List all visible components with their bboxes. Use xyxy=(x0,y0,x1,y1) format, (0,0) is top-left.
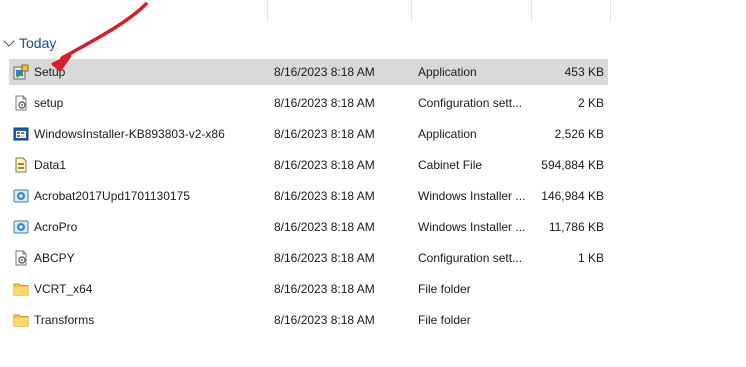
file-size: 594,884 KB xyxy=(541,158,604,172)
file-row[interactable]: Transforms 8/16/2023 8:18 AM File folder xyxy=(9,307,608,333)
file-row[interactable]: Acrobat2017Upd1701130175 8/16/2023 8:18 A… xyxy=(9,183,608,209)
chevron-down-icon[interactable] xyxy=(3,35,15,47)
config-file-icon xyxy=(13,95,29,111)
group-header-today[interactable]: Today xyxy=(2,34,56,52)
file-size: 453 KB xyxy=(564,65,604,79)
file-row[interactable]: Setup 8/16/2023 8:18 AM Application 453 KB xyxy=(9,59,608,85)
file-name: WindowsInstaller-KB893803-v2-x86 xyxy=(34,127,225,141)
file-date-modified: 8/16/2023 8:18 AM xyxy=(274,313,375,327)
file-type: Configuration sett... xyxy=(418,96,523,110)
file-type: Application xyxy=(418,65,477,79)
file-row[interactable]: ABCPY 8/16/2023 8:18 AM Configuration sett… xyxy=(9,245,608,271)
file-size: 2 KB xyxy=(577,96,604,110)
column-separator[interactable] xyxy=(411,0,412,22)
installer-app-icon xyxy=(13,64,29,80)
file-type: Cabinet File xyxy=(418,158,483,172)
file-type: File folder xyxy=(418,313,471,327)
file-date-modified: 8/16/2023 8:18 AM xyxy=(274,96,375,110)
file-name: Data1 xyxy=(34,158,67,172)
file-name: Setup xyxy=(34,65,66,79)
file-date-modified: 8/16/2023 8:18 AM xyxy=(274,220,375,234)
file-date-modified: 8/16/2023 8:18 AM xyxy=(274,127,375,141)
file-type: Windows Installer ... xyxy=(418,189,526,203)
file-name: Acrobat2017Upd1701130175 xyxy=(34,189,190,203)
msi-package-icon xyxy=(13,219,29,235)
file-type: File folder xyxy=(418,282,471,296)
file-row[interactable]: Data1 8/16/2023 8:18 AM Cabinet File 594,88… xyxy=(9,152,608,178)
file-name: ABCPY xyxy=(34,251,75,265)
file-size: 2,526 KB xyxy=(554,127,604,141)
column-separator[interactable] xyxy=(610,0,611,22)
file-row[interactable]: setup 8/16/2023 8:18 AM Configuration sett… xyxy=(9,90,608,116)
file-row[interactable]: VCRT_x64 8/16/2023 8:18 AM File folder xyxy=(9,276,608,302)
column-separator[interactable] xyxy=(531,0,532,22)
file-type: Configuration sett... xyxy=(418,251,523,265)
msi-package-icon xyxy=(13,188,29,204)
cabinet-file-icon xyxy=(13,157,29,173)
file-date-modified: 8/16/2023 8:18 AM xyxy=(274,189,375,203)
file-row[interactable]: WindowsInstaller-KB893803-v2-x86 8/16/202… xyxy=(9,121,608,147)
windows-app-icon xyxy=(13,126,29,142)
file-size: 146,984 KB xyxy=(541,189,604,203)
folder-icon xyxy=(13,281,29,297)
file-explorer-list-view: Today Setup 8/16/2023 8:18 AM Application 4… xyxy=(0,0,746,367)
folder-icon xyxy=(13,312,29,328)
file-date-modified: 8/16/2023 8:18 AM xyxy=(274,65,375,79)
column-separator[interactable] xyxy=(267,0,268,22)
file-date-modified: 8/16/2023 8:18 AM xyxy=(274,282,375,296)
group-label: Today xyxy=(19,35,57,51)
file-size: 11,786 KB xyxy=(548,220,604,234)
file-name: AcroPro xyxy=(34,220,78,234)
file-row[interactable]: AcroPro 8/16/2023 8:18 AM Windows Installe… xyxy=(9,214,608,240)
file-name: VCRT_x64 xyxy=(34,282,93,296)
config-file-icon xyxy=(13,250,29,266)
file-type: Application xyxy=(418,127,477,141)
file-name: setup xyxy=(34,96,64,110)
file-date-modified: 8/16/2023 8:18 AM xyxy=(274,158,375,172)
file-date-modified: 8/16/2023 8:18 AM xyxy=(274,251,375,265)
file-type: Windows Installer ... xyxy=(418,220,526,234)
file-list: Setup 8/16/2023 8:18 AM Application 453 KB s… xyxy=(9,59,608,338)
file-size: 1 KB xyxy=(577,251,604,265)
file-name: Transforms xyxy=(34,313,95,327)
